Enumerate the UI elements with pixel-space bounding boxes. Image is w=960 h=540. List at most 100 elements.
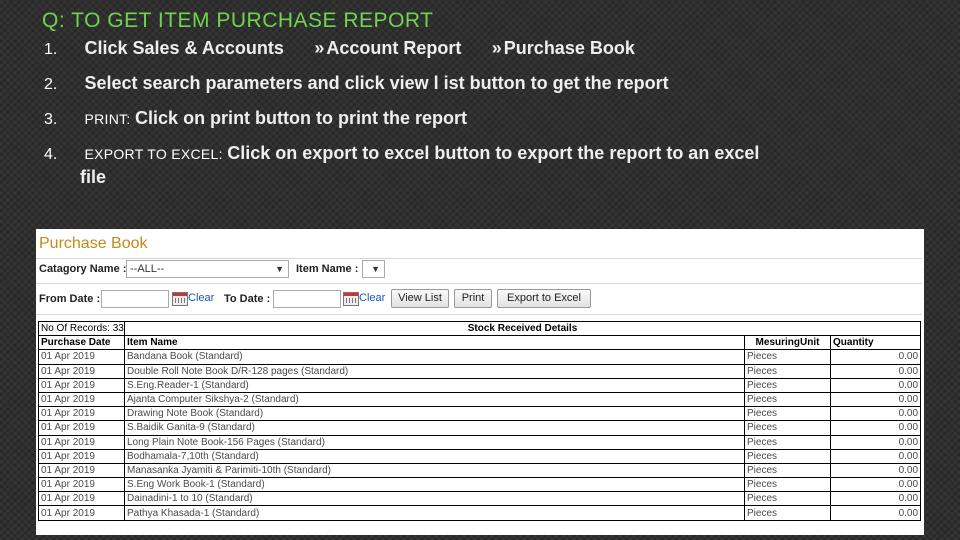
step-4-continuation: file (80, 167, 106, 188)
cell-quantity: 0.00 (829, 477, 922, 493)
step-1-part-3: Purchase Book (503, 38, 635, 58)
step-number: 2. (44, 76, 58, 93)
step-1: 1. Click Sales & Accounts » Account Repor… (44, 38, 635, 59)
record-count: No Of Records: 33 (38, 320, 125, 337)
cell-quantity: 0.00 (829, 448, 922, 464)
step-number: 1. (44, 41, 58, 58)
column-header-purchase-date: Purchase Date (38, 335, 125, 351)
cell-measuring-unit: Pieces (744, 349, 831, 365)
step-4-text-2: file (80, 167, 107, 187)
to-date-input[interactable] (273, 290, 341, 308)
cell-quantity: 0.00 (829, 420, 922, 436)
table-row: 01 Apr 2019 Dainadini-1 to 10 (Standard) P… (38, 491, 922, 507)
cell-measuring-unit: Pieces (744, 505, 831, 521)
arrow-icon: » (314, 38, 325, 58)
view-list-button[interactable]: View List (391, 289, 449, 308)
cell-item-name: Dainadini-1 to 10 (Standard) (124, 491, 745, 507)
step-3-label: PRINT: (84, 111, 131, 127)
print-button[interactable]: Print (454, 289, 492, 308)
cell-item-name: Long Plain Note Book-156 Pages (Standard… (124, 434, 745, 450)
cell-quantity: 0.00 (829, 349, 922, 365)
export-to-excel-button[interactable]: Export to Excel (497, 289, 591, 308)
cell-item-name: Drawing Note Book (Standard) (124, 406, 745, 422)
cell-measuring-unit: Pieces (744, 491, 831, 507)
table-caption: Stock Received Details (123, 320, 922, 337)
table-row: 01 Apr 2019 Bandana Book (Standard) Pieces… (38, 349, 922, 365)
to-date-label: To Date : (224, 293, 271, 305)
step-2: 2. Select search parameters and click vi… (44, 73, 669, 94)
table-row: 01 Apr 2019 Manasanka Jyamiti & Parimiti-… (38, 462, 922, 479)
cell-quantity: 0.00 (829, 434, 922, 450)
cell-measuring-unit: Pieces (744, 462, 831, 479)
cell-quantity: 0.00 (829, 363, 922, 379)
cell-item-name: S.Eng Work Book-1 (Standard) (124, 477, 745, 493)
column-header-item-name: Item Name (124, 335, 745, 351)
clear-from-date-link[interactable]: Clear (188, 292, 214, 304)
cell-measuring-unit: Pieces (744, 477, 831, 493)
cell-item-name: Double Roll Note Book D/R-128 pages (Sta… (124, 363, 745, 379)
cell-quantity: 0.00 (829, 391, 922, 408)
step-1-part-2: Account Report (326, 38, 462, 58)
step-4-text: Click on export to excel button to expor… (227, 143, 760, 163)
cell-measuring-unit: Pieces (744, 363, 831, 379)
table-row: 01 Apr 2019 Long Plain Note Book-156 Page… (38, 434, 922, 450)
cell-item-name: Manasanka Jyamiti & Parimiti-10th (Stand… (124, 462, 745, 479)
arrow-icon: » (491, 38, 502, 58)
cell-quantity: 0.00 (829, 505, 922, 521)
dropdown-arrow-icon: ▼ (275, 264, 284, 274)
step-number: 3. (44, 111, 58, 128)
category-select[interactable]: --ALL-- ▼ (126, 260, 289, 278)
category-label: Catagory Name : (39, 263, 127, 275)
table-row: 01 Apr 2019 S.Eng.Reader-1 (Standard) Piec… (38, 377, 922, 393)
calendar-icon[interactable] (343, 292, 359, 306)
table-caption-row: No Of Records: 33 Stock Received Details (38, 320, 922, 337)
divider (36, 283, 922, 284)
cell-measuring-unit: Pieces (744, 377, 831, 393)
cell-purchase-date: 01 Apr 2019 (38, 406, 125, 422)
item-name-label: Item Name : (296, 263, 359, 275)
table-row: 01 Apr 2019 Pathya Khasada-1 (Standard) Pi… (38, 505, 922, 521)
dropdown-arrow-icon: ▼ (371, 264, 380, 274)
cell-purchase-date: 01 Apr 2019 (38, 420, 125, 436)
step-4: 4. EXPORT TO EXCEL: Click on export to e… (44, 143, 759, 164)
cell-item-name: Pathya Khasada-1 (Standard) (124, 505, 745, 521)
cell-purchase-date: 01 Apr 2019 (38, 377, 125, 393)
cell-quantity: 0.00 (829, 377, 922, 393)
purchase-book-panel: Purchase Book Catagory Name : --ALL-- ▼ … (36, 229, 924, 535)
cell-item-name: Ajanta Computer Sikshya-2 (Standard) (124, 391, 745, 408)
table-row: 01 Apr 2019 Double Roll Note Book D/R-128… (38, 363, 922, 379)
step-4-label: EXPORT TO EXCEL: (84, 146, 223, 162)
cell-measuring-unit: Pieces (744, 391, 831, 408)
cell-purchase-date: 01 Apr 2019 (38, 505, 125, 521)
cell-item-name: S.Eng.Reader-1 (Standard) (124, 377, 745, 393)
item-name-select[interactable]: ▼ (362, 260, 385, 278)
cell-purchase-date: 01 Apr 2019 (38, 491, 125, 507)
column-header-quantity: Quantity (829, 335, 922, 351)
cell-quantity: 0.00 (829, 462, 922, 479)
divider (36, 314, 922, 315)
clear-to-date-link[interactable]: Clear (359, 292, 385, 304)
cell-item-name: Bodhamala-7,10th (Standard) (124, 448, 745, 464)
cell-item-name: S.Baidik Ganita-9 (Standard) (124, 420, 745, 436)
cell-purchase-date: 01 Apr 2019 (38, 434, 125, 450)
column-header-measuring-unit: MesuringUnit (744, 335, 831, 351)
step-number: 4. (44, 146, 58, 163)
table-row: 01 Apr 2019 Drawing Note Book (Standard) P… (38, 406, 922, 422)
from-date-label: From Date : (39, 293, 101, 305)
cell-measuring-unit: Pieces (744, 434, 831, 450)
cell-purchase-date: 01 Apr 2019 (38, 477, 125, 493)
from-date-input[interactable] (101, 290, 169, 308)
cell-measuring-unit: Pieces (744, 406, 831, 422)
cell-purchase-date: 01 Apr 2019 (38, 448, 125, 464)
step-3-text: Click on print button to print the repor… (135, 108, 468, 128)
step-2-text: Select search parameters and click view … (84, 73, 669, 93)
cell-measuring-unit: Pieces (744, 420, 831, 436)
cell-purchase-date: 01 Apr 2019 (38, 391, 125, 408)
slide-title: Q: TO GET ITEM PURCHASE REPORT (42, 9, 434, 32)
table-row: 01 Apr 2019 Ajanta Computer Sikshya-2 (St… (38, 391, 922, 408)
calendar-icon[interactable] (172, 292, 188, 306)
cell-quantity: 0.00 (829, 491, 922, 507)
category-selected-value: --ALL-- (130, 263, 165, 275)
cell-purchase-date: 01 Apr 2019 (38, 363, 125, 379)
step-1-part-1: Click Sales & Accounts (84, 38, 284, 58)
